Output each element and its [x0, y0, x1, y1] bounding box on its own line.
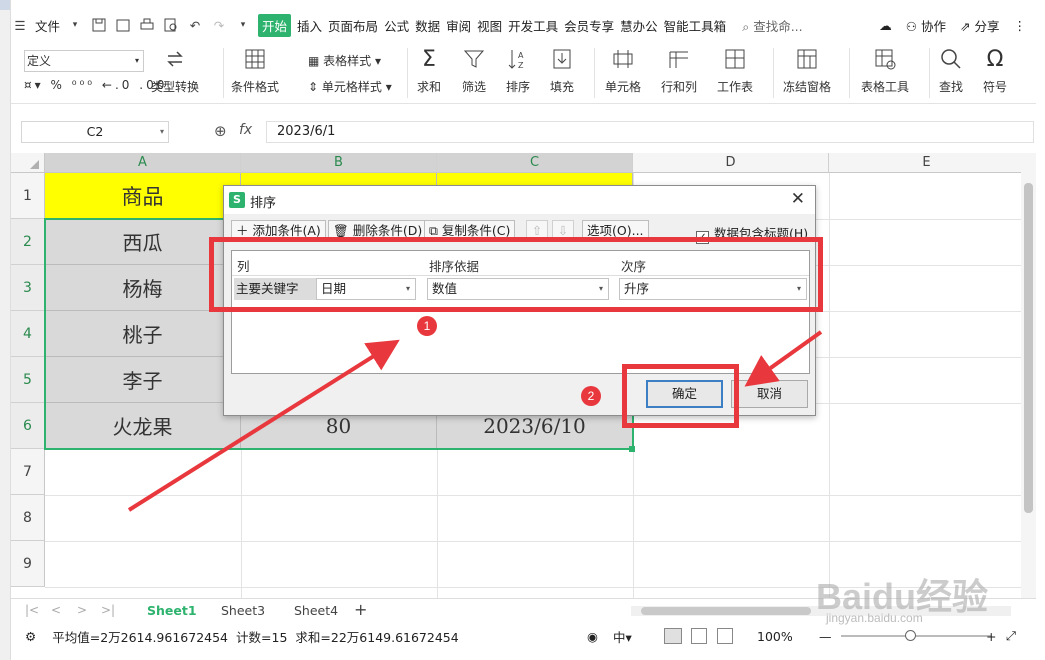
- left-window-edge: [0, 0, 10, 660]
- wps-spreadsheet-window: ☰ 文件 ▾ ↶ ↷ ▾ 开始 插入 页面布局 公式 数据 审阅 视图 开发工具…: [10, 0, 1036, 660]
- arrow-to-sort-row: [127, 339, 400, 512]
- arrow-to-ok-button: [744, 330, 823, 387]
- annotation-arrows: [127, 330, 823, 512]
